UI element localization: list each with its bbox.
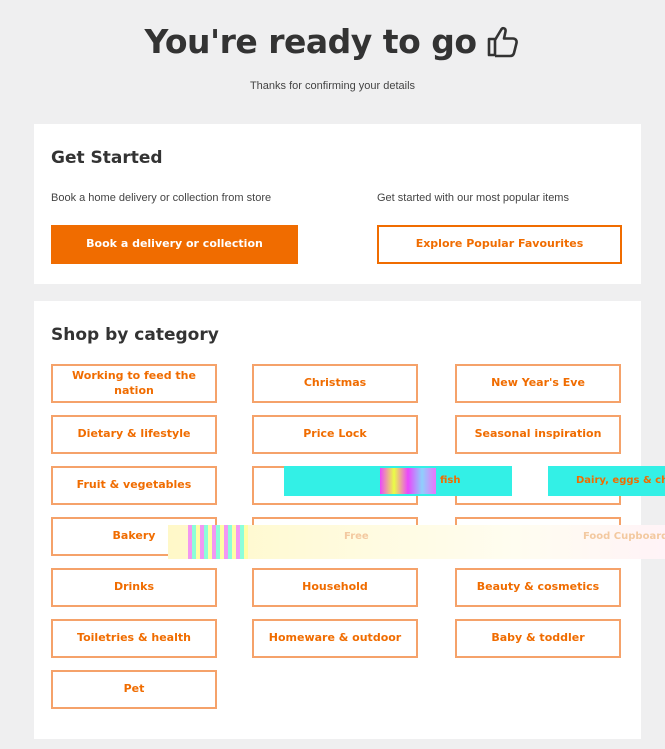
category-new-years-eve[interactable]: New Year's Eve: [455, 364, 621, 403]
category-toiletries-health[interactable]: Toiletries & health: [51, 619, 217, 658]
explore-popular-button[interactable]: Explore Popular Favourites: [377, 225, 622, 264]
category-bakery[interactable]: Bakery: [51, 517, 217, 556]
category-baby-toddler[interactable]: Baby & toddler: [455, 619, 621, 658]
category-obscured-2[interactable]: [455, 466, 621, 505]
book-delivery-button[interactable]: Book a delivery or collection: [51, 225, 298, 264]
category-obscured-3[interactable]: [252, 517, 418, 556]
category-obscured-4[interactable]: [455, 517, 621, 556]
category-dietary-lifestyle[interactable]: Dietary & lifestyle: [51, 415, 217, 454]
category-pet[interactable]: Pet: [51, 670, 217, 709]
category-obscured-1[interactable]: [252, 466, 418, 505]
category-christmas[interactable]: Christmas: [252, 364, 418, 403]
get-started-card: Get Started Book a home delivery or coll…: [34, 124, 641, 284]
shop-by-category-card: Shop by category Working to feed the nat…: [34, 301, 641, 739]
category-household[interactable]: Household: [252, 568, 418, 607]
category-drinks[interactable]: Drinks: [51, 568, 217, 607]
thumbs-up-icon: [485, 23, 521, 67]
category-fruit-vegetables[interactable]: Fruit & vegetables: [51, 466, 217, 505]
category-seasonal-inspiration[interactable]: Seasonal inspiration: [455, 415, 621, 454]
delivery-description: Book a home delivery or collection from …: [51, 192, 272, 204]
shop-by-category-heading: Shop by category: [51, 325, 219, 345]
category-homeware-outdoor[interactable]: Homeware & outdoor: [252, 619, 418, 658]
page-title-text: You're ready to go: [144, 22, 477, 61]
category-working-to-feed-the-nation[interactable]: Working to feed the nation: [51, 364, 217, 403]
popular-description: Get started with our most popular items: [377, 192, 569, 204]
page-title: You're ready to go: [0, 22, 665, 67]
category-price-lock[interactable]: Price Lock: [252, 415, 418, 454]
page-subtitle: Thanks for confirming your details: [249, 80, 416, 92]
confirmation-header: You're ready to go Thanks for confirming…: [0, 0, 665, 120]
get-started-heading: Get Started: [51, 148, 163, 168]
category-beauty-cosmetics[interactable]: Beauty & cosmetics: [455, 568, 621, 607]
